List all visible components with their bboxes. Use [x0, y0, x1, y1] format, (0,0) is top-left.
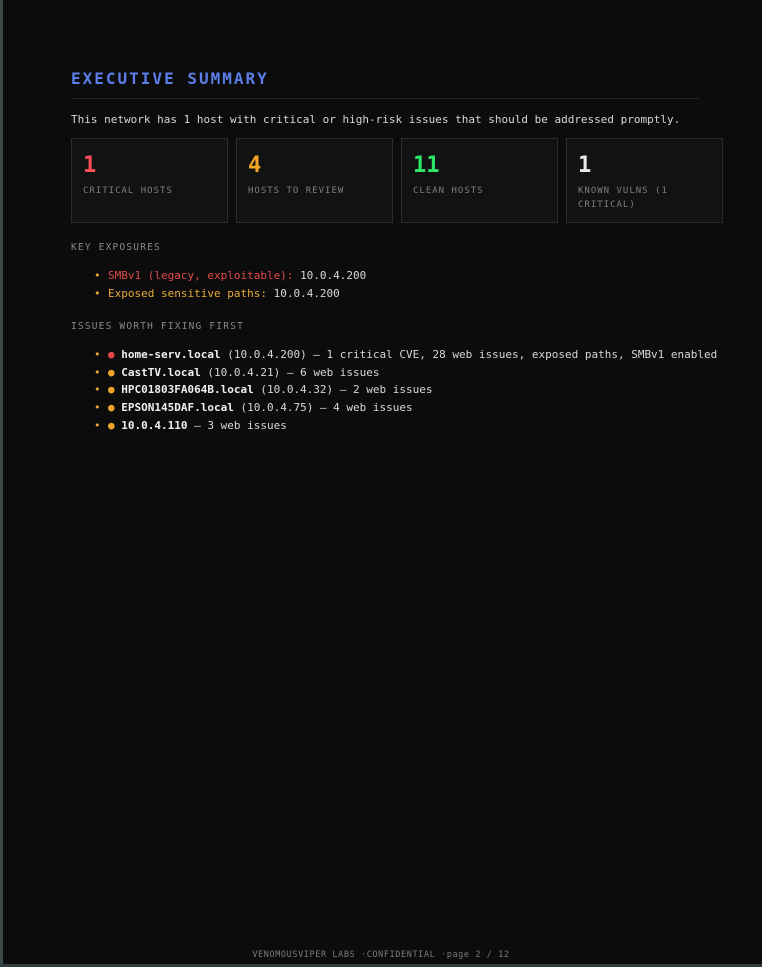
list-item: • ● EPSON145DAF.local (10.0.4.75) — 4 we… [94, 399, 723, 417]
exposure-label: SMBv1 (legacy, exploitable): [108, 269, 294, 282]
page-footer: VENOMOUSVIPER LABS ·CONFIDENTIAL ·page 2… [0, 950, 762, 960]
host-name: EPSON145DAF.local [121, 400, 234, 414]
stat-card-clean-hosts: 11 CLEAN HOSTS [401, 138, 558, 223]
bullet-icon: • [94, 418, 101, 432]
stat-label: KNOWN VULNS (1 CRITICAL) [578, 186, 668, 210]
critical-dot-icon: ● [108, 348, 115, 362]
host-detail: — 3 web issues [187, 418, 287, 432]
list-item: • SMBv1 (legacy, exploitable): 10.0.4.20… [94, 267, 723, 285]
bullet-icon: • [94, 365, 101, 379]
host-detail: (10.0.4.21) — 6 web issues [200, 365, 380, 379]
footer-classification: ·CONFIDENTIAL [360, 950, 436, 960]
host-name: HPC01803FA064B.local [121, 383, 254, 397]
warning-dot-icon: ● [108, 400, 115, 414]
stat-value: 1 [83, 153, 97, 178]
stat-card-critical-hosts: 1 CRITICAL HOSTS [71, 138, 228, 223]
summary-intro: This network has 1 host with critical or… [71, 113, 681, 126]
host-detail: (10.0.4.75) — 4 web issues [233, 400, 413, 414]
exposure-value: 10.0.4.200 [300, 269, 367, 282]
key-exposures-heading: KEY EXPOSURES [71, 242, 161, 253]
warning-dot-icon: ● [108, 418, 115, 432]
executive-summary-section: EXECUTIVE SUMMARY This network has 1 hos… [71, 68, 723, 434]
bullet-icon: • [94, 348, 101, 362]
page-border-left [0, 0, 3, 967]
exposure-value: 10.0.4.200 [273, 286, 340, 300]
list-item: • ● CastTV.local (10.0.4.21) — 6 web iss… [94, 364, 723, 382]
footer-page-number: ·page 2 / 12 [441, 950, 510, 960]
host-detail: (10.0.4.200) — 1 critical CVE, 28 web is… [220, 348, 718, 362]
stat-card-known-vulns: 1 KNOWN VULNS (1 CRITICAL) [566, 138, 723, 223]
stat-value: 1 [578, 153, 592, 178]
section-title: EXECUTIVE SUMMARY [71, 68, 699, 99]
footer-org: VENOMOUSVIPER LABS [252, 950, 356, 960]
list-item: • Exposed sensitive paths: 10.0.4.200 [94, 285, 723, 303]
stat-cards: 1 CRITICAL HOSTS 4 HOSTS TO REVIEW 11 CL… [71, 138, 723, 223]
bullet-icon: • [94, 269, 101, 282]
host-name: home-serv.local [121, 348, 221, 362]
issues-heading: ISSUES WORTH FIXING FIRST [71, 321, 244, 333]
warning-dot-icon: ● [108, 383, 115, 397]
host-name: 10.0.4.110 [121, 418, 188, 432]
bullet-icon: • [94, 286, 101, 300]
list-item: • ● 10.0.4.110 — 3 web issues [94, 417, 723, 435]
warning-dot-icon: ● [108, 365, 115, 379]
stat-label: HOSTS TO REVIEW [248, 186, 345, 196]
bullet-icon: • [94, 383, 101, 397]
stat-card-hosts-to-review: 4 HOSTS TO REVIEW [236, 138, 393, 223]
stat-value: 4 [248, 153, 262, 178]
stat-label: CLEAN HOSTS [413, 186, 484, 196]
list-item: • ● HPC01803FA064B.local (10.0.4.32) — 2… [94, 381, 723, 399]
bullet-icon: • [94, 400, 101, 414]
host-detail: (10.0.4.32) — 2 web issues [253, 383, 433, 397]
host-name: CastTV.local [121, 365, 201, 379]
stat-label: CRITICAL HOSTS [83, 186, 173, 196]
issues-list: • ● home-serv.local (10.0.4.200) — 1 cri… [71, 346, 723, 434]
list-item: • ● home-serv.local (10.0.4.200) — 1 cri… [94, 346, 723, 364]
stat-value: 11 [413, 153, 440, 178]
key-exposures-list: • SMBv1 (legacy, exploitable): 10.0.4.20… [71, 267, 723, 302]
exposure-label: Exposed sensitive paths: [108, 286, 267, 300]
